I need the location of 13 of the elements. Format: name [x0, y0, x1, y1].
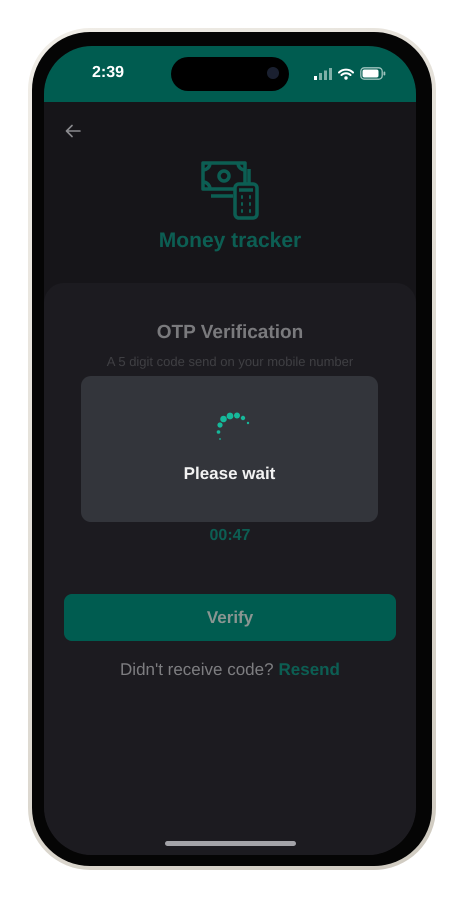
- app-title: Money tracker: [158, 228, 302, 254]
- resend-link[interactable]: Resend: [278, 660, 340, 680]
- countdown-timer: 00:47: [210, 526, 250, 546]
- resend-prompt: Didn't receive code?: [120, 660, 274, 680]
- otp-title: OTP Verification: [156, 321, 304, 345]
- back-arrow-icon[interactable]: [65, 124, 81, 138]
- wifi-icon: [338, 68, 354, 80]
- battery-icon: [360, 67, 386, 80]
- verify-button[interactable]: Verify: [64, 594, 396, 641]
- signal-icon: [314, 68, 332, 80]
- dialog-message: Please wait: [184, 464, 276, 484]
- status-time: 2:39: [92, 64, 124, 82]
- money-calculator-icon: [199, 159, 261, 221]
